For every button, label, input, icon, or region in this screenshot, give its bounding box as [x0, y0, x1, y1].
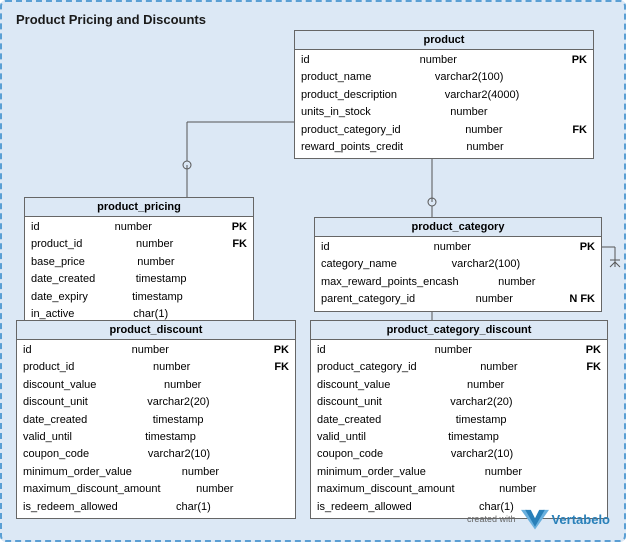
table-row: minimum_order_value number [17, 464, 295, 481]
table-row: product_id number FK [25, 236, 253, 253]
table-product-header: product [295, 31, 593, 50]
table-row: base_price number [25, 254, 253, 271]
table-row: parent_category_id number N FK [315, 291, 601, 308]
table-product-category-body: id number PK category_name varchar2(100)… [315, 237, 601, 311]
table-row: valid_until timestamp [17, 429, 295, 446]
table-row: coupon_code varchar2(10) [311, 446, 607, 463]
vertabelo-logo-svg [521, 508, 549, 530]
table-row: max_reward_points_encash number [315, 274, 601, 291]
table-row: valid_until timestamp [311, 429, 607, 446]
diagram-title: Product Pricing and Discounts [16, 12, 614, 27]
table-product-category-header: product_category [315, 218, 601, 237]
table-row: id number PK [311, 342, 607, 359]
table-row: discount_value number [311, 377, 607, 394]
diagram-container: Product Pricing and Discounts [0, 0, 626, 542]
table-product-discount-header: product_discount [17, 321, 295, 340]
table-row: date_created timestamp [25, 271, 253, 288]
logo-created-with: created with [467, 514, 516, 525]
table-row: product_category_id number FK [311, 359, 607, 376]
table-row: product_category_id number FK [295, 122, 593, 139]
table-product-discount-body: id number PK product_id number FK discou… [17, 340, 295, 518]
table-row: date_created timestamp [311, 412, 607, 429]
table-row: id number PK [25, 219, 253, 236]
table-product-discount: product_discount id number PK product_id… [16, 320, 296, 519]
table-row: id number PK [295, 52, 593, 69]
logo-area: created with Vertabelo [467, 508, 610, 530]
table-product-pricing-body: id number PK product_id number FK base_p… [25, 217, 253, 325]
table-row: is_redeem_allowed char(1) [17, 499, 295, 516]
vertabelo-logo: Vertabelo [521, 508, 610, 530]
table-row: maximum_discount_amount number [17, 481, 295, 498]
table-row: discount_unit varchar2(20) [311, 394, 607, 411]
table-row: units_in_stock number [295, 104, 593, 121]
table-row: date_created timestamp [17, 412, 295, 429]
table-row: coupon_code varchar2(10) [17, 446, 295, 463]
table-product-category: product_category id number PK category_n… [314, 217, 602, 312]
table-row: minimum_order_value number [311, 464, 607, 481]
table-row: id number PK [17, 342, 295, 359]
table-row: product_description varchar2(4000) [295, 87, 593, 104]
table-product-body: id number PK product_name varchar2(100) … [295, 50, 593, 158]
table-row: id number PK [315, 239, 601, 256]
table-row: category_name varchar2(100) [315, 256, 601, 273]
table-row: product_id number FK [17, 359, 295, 376]
table-row: date_expiry timestamp [25, 289, 253, 306]
table-product: product id number PK product_name varcha… [294, 30, 594, 159]
table-row: discount_value number [17, 377, 295, 394]
table-row: reward_points_credit number [295, 139, 593, 156]
vertabelo-brand-name: Vertabelo [551, 512, 610, 527]
table-product-pricing: product_pricing id number PK product_id … [24, 197, 254, 326]
table-product-category-discount-header: product_category_discount [311, 321, 607, 340]
table-product-category-discount: product_category_discount id number PK p… [310, 320, 608, 519]
table-row: maximum_discount_amount number [311, 481, 607, 498]
table-row: discount_unit varchar2(20) [17, 394, 295, 411]
table-product-pricing-header: product_pricing [25, 198, 253, 217]
table-row: product_name varchar2(100) [295, 69, 593, 86]
table-product-category-discount-body: id number PK product_category_id number … [311, 340, 607, 518]
